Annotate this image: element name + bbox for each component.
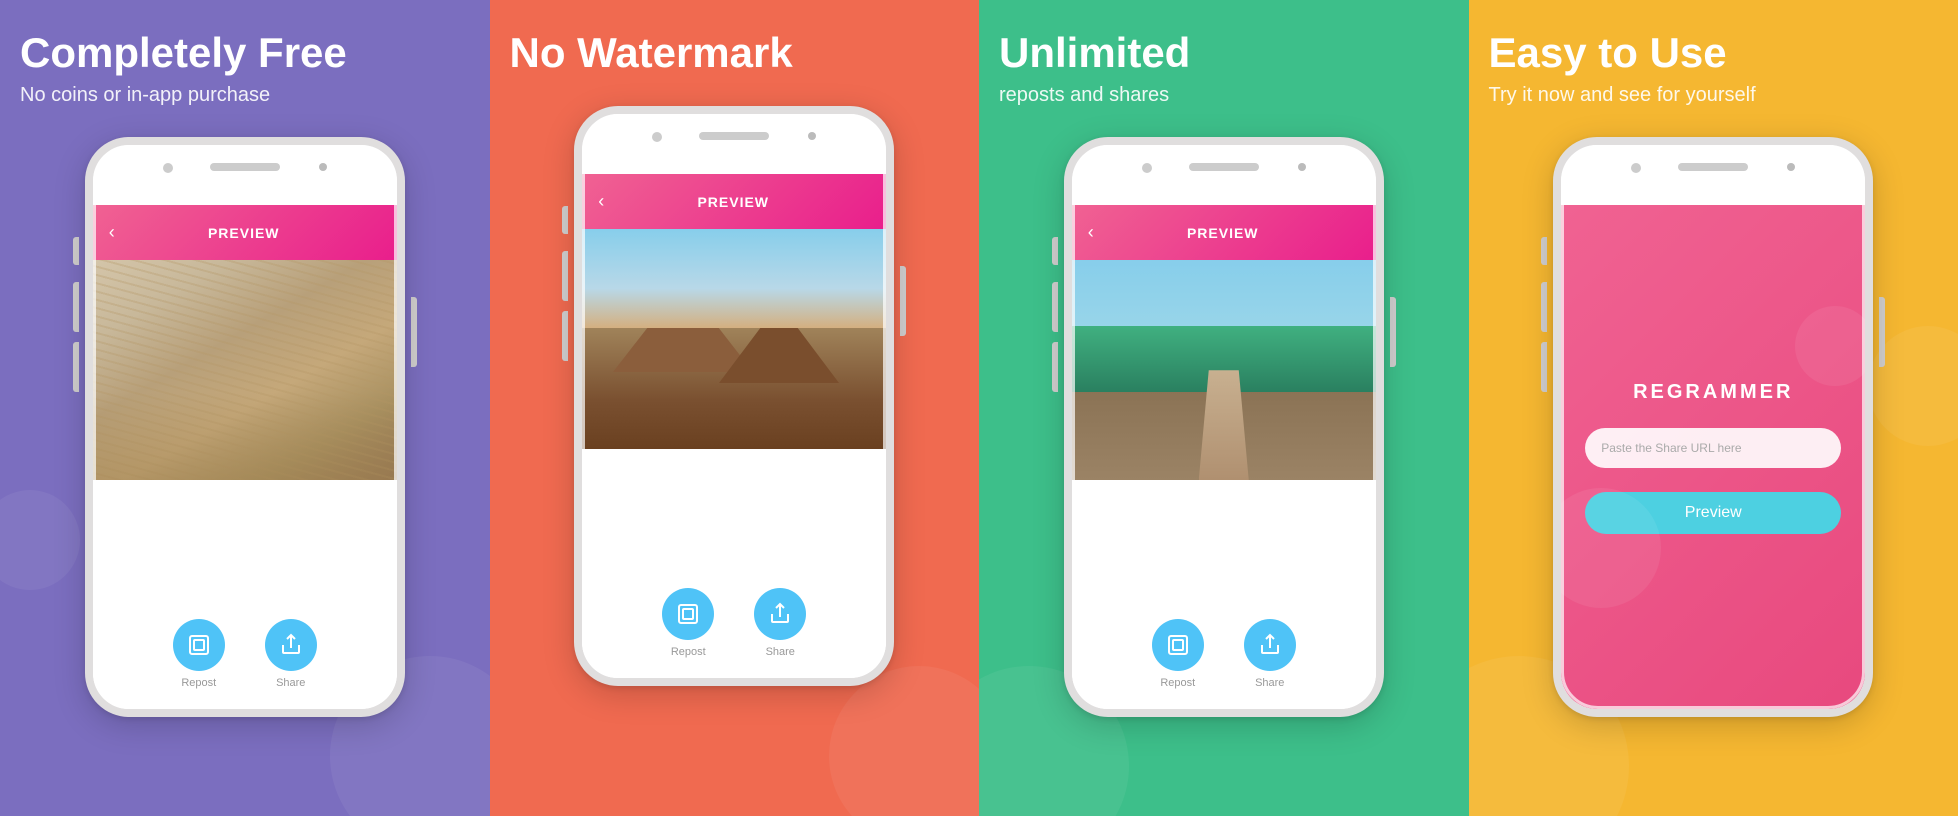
panel-3-subtitle: reposts and shares bbox=[999, 84, 1449, 107]
screen-title-2: PREVIEW bbox=[616, 194, 850, 210]
repost-button-3[interactable]: Repost bbox=[1152, 619, 1204, 689]
panel-unlimited: Unlimited reposts and shares ‹ PREVIEW bbox=[979, 0, 1469, 816]
panel-1-title: Completely Free bbox=[20, 30, 470, 76]
phone-3: ‹ PREVIEW bbox=[1064, 137, 1384, 717]
regrammer-title: REGRAMMER bbox=[1633, 381, 1793, 404]
repost-button-2[interactable]: Repost bbox=[662, 588, 714, 658]
back-icon-2: ‹ bbox=[598, 191, 604, 212]
phone-1: ‹ PREVIEW bbox=[85, 137, 405, 717]
screen-title-3: PREVIEW bbox=[1106, 225, 1340, 241]
share-button-2[interactable]: Share bbox=[754, 588, 806, 658]
panel-completely-free: Completely Free No coins or in-app purch… bbox=[0, 0, 490, 816]
back-icon-1: ‹ bbox=[109, 222, 115, 243]
panel-1-subtitle: No coins or in-app purchase bbox=[20, 84, 470, 107]
share-button-1[interactable]: Share bbox=[265, 619, 317, 689]
panel-4-subtitle: Try it now and see for yourself bbox=[1489, 84, 1939, 107]
repost-button-1[interactable]: Repost bbox=[173, 619, 225, 689]
panel-4-title: Easy to Use bbox=[1489, 30, 1939, 76]
regrammer-placeholder: Paste the Share URL here bbox=[1601, 441, 1741, 455]
panel-2-title: No Watermark bbox=[510, 30, 960, 76]
phone-2: ‹ PREVIEW bbox=[574, 106, 894, 686]
panel-no-watermark: No Watermark ‹ PREVIEW bbox=[490, 0, 980, 816]
screen-title-1: PREVIEW bbox=[127, 225, 361, 241]
panel-3-title: Unlimited bbox=[999, 30, 1449, 76]
back-icon-3: ‹ bbox=[1088, 222, 1094, 243]
share-button-3[interactable]: Share bbox=[1244, 619, 1296, 689]
phone-4: REGRAMMER Paste the Share URL here Previ… bbox=[1553, 137, 1873, 717]
panel-easy-to-use: Easy to Use Try it now and see for yours… bbox=[1469, 0, 1958, 816]
regrammer-button-label: Preview bbox=[1685, 504, 1742, 522]
regrammer-url-input[interactable]: Paste the Share URL here bbox=[1585, 428, 1841, 468]
